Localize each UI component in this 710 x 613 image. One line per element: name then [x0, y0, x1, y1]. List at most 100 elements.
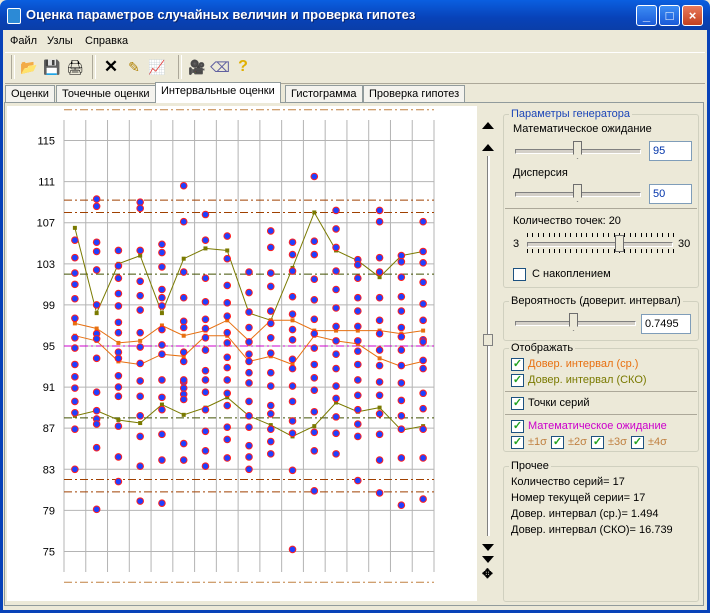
- window-title: Оценка параметров случайных величин и пр…: [26, 7, 416, 22]
- points-count-label: Количество точек: 20: [513, 215, 621, 227]
- slider-tick: [537, 233, 539, 237]
- series-point: [245, 323, 253, 332]
- mean-slider-thumb[interactable]: [573, 141, 582, 159]
- series-point: [92, 420, 101, 428]
- menu-nodes[interactable]: Узлы: [47, 33, 73, 49]
- points-slider-thumb[interactable]: [615, 235, 624, 252]
- scroll-thumb[interactable]: [483, 334, 493, 346]
- probability-input[interactable]: 0.7495: [641, 314, 691, 334]
- camera-icon[interactable]: 🎥: [187, 57, 207, 77]
- series-point: [201, 274, 210, 282]
- series-point: [266, 243, 275, 252]
- slider-tick: [548, 233, 550, 237]
- eraser-icon[interactable]: ⌫: [210, 57, 230, 77]
- ci-mean-checkbox[interactable]: ✓: [511, 358, 524, 371]
- ci-mean-label: Довер. интервал (ср.): [528, 358, 639, 370]
- interval-estimates-chart: 75 79 83 87 91 95 99 103 107 111 115: [37, 109, 435, 583]
- series-point: [310, 374, 319, 382]
- slider-tick: [651, 233, 653, 237]
- slider-tick: [629, 249, 631, 253]
- slider-tick: [656, 233, 658, 237]
- save-disk-icon[interactable]: 💾: [42, 57, 62, 77]
- probability-slider[interactable]: [513, 313, 638, 333]
- slider-tick: [554, 233, 556, 237]
- series-point: [332, 206, 340, 215]
- tab-histogram[interactable]: Гистограмма: [285, 85, 363, 102]
- series-point: [114, 274, 123, 282]
- scroll-track[interactable]: [487, 156, 490, 536]
- scroll-top-icon[interactable]: [482, 122, 494, 129]
- series-point: [136, 204, 144, 213]
- chart-icon[interactable]: 📈: [147, 57, 167, 77]
- series-point: [114, 302, 123, 310]
- chart-scrollbar[interactable]: ✥: [481, 120, 499, 582]
- tab-hypothesis-testing[interactable]: Проверка гипотез: [363, 85, 466, 102]
- ci-mean-upper-line-marker: [116, 340, 121, 345]
- variance-input[interactable]: 50: [649, 184, 692, 204]
- series-point: [71, 373, 79, 381]
- series-point: [136, 432, 144, 441]
- series-point: [397, 361, 406, 370]
- series-point: [332, 243, 340, 252]
- sigma2-checkbox[interactable]: ✓: [551, 436, 564, 449]
- menu-help[interactable]: Справка: [85, 33, 128, 49]
- print-icon[interactable]: 🖨: [65, 57, 85, 77]
- series-point: [375, 361, 384, 370]
- series-point: [223, 389, 232, 398]
- variance-slider-thumb[interactable]: [573, 184, 582, 202]
- series-point: [158, 456, 166, 464]
- slider-tick: [564, 233, 566, 237]
- series-point: [71, 465, 79, 474]
- series-point: [179, 456, 188, 464]
- divider: [505, 414, 697, 415]
- scroll-up-icon[interactable]: [482, 144, 494, 151]
- series-point: [332, 285, 340, 294]
- probability-slider-thumb[interactable]: [569, 313, 578, 331]
- series-point: [419, 425, 427, 434]
- series-point: [201, 324, 210, 333]
- series-point: [245, 350, 253, 359]
- tab-point-estimates[interactable]: Точечные оценки: [56, 85, 156, 102]
- points-slider[interactable]: [525, 233, 675, 255]
- series-point: [114, 371, 123, 380]
- series-point: [310, 487, 319, 495]
- mean-slider[interactable]: [513, 141, 643, 161]
- accumulate-checkbox[interactable]: [513, 268, 526, 281]
- points-slider-ticks: [527, 233, 674, 237]
- series-point: [266, 349, 275, 357]
- series-point: [288, 364, 297, 373]
- series-point: [201, 446, 210, 455]
- maximize-button[interactable]: □: [659, 5, 680, 26]
- series-point: [266, 437, 275, 446]
- sigma4-checkbox[interactable]: ✓: [631, 436, 644, 449]
- series-point: [332, 429, 340, 438]
- open-folder-icon[interactable]: 📂: [19, 57, 39, 77]
- close-button[interactable]: ×: [682, 5, 703, 26]
- scroll-down-icon[interactable]: [482, 544, 494, 551]
- move-cross-icon[interactable]: ✥: [482, 566, 493, 582]
- series-points-checkbox[interactable]: ✓: [511, 397, 524, 410]
- series-point: [114, 246, 123, 255]
- series-point: [201, 405, 210, 414]
- variance-slider[interactable]: [513, 184, 643, 204]
- tab-interval-estimates[interactable]: Интервальные оценки: [155, 82, 281, 103]
- add-node-icon[interactable]: ✎: [124, 57, 144, 77]
- scroll-bottom-icon[interactable]: [482, 556, 494, 563]
- series-point: [114, 477, 123, 486]
- expectation-checkbox[interactable]: ✓: [511, 420, 524, 433]
- delete-x-icon[interactable]: ✕: [101, 57, 121, 77]
- series-point: [92, 247, 101, 256]
- tab-estimates[interactable]: Оценки: [5, 85, 55, 102]
- help-icon[interactable]: ?: [233, 57, 253, 77]
- sigma1-checkbox[interactable]: ✓: [511, 436, 524, 449]
- ci-sko-checkbox[interactable]: ✓: [511, 374, 524, 387]
- sigma1-label: ±1σ: [528, 436, 547, 448]
- menu-file[interactable]: Файл: [10, 33, 37, 49]
- ci-mean-upper-line-marker: [421, 328, 426, 333]
- series-point: [375, 253, 384, 262]
- series-point: [354, 274, 362, 282]
- series-point: [179, 376, 188, 384]
- sigma3-checkbox[interactable]: ✓: [591, 436, 604, 449]
- mean-input[interactable]: 95: [649, 141, 692, 161]
- minimize-button[interactable]: _: [636, 5, 657, 26]
